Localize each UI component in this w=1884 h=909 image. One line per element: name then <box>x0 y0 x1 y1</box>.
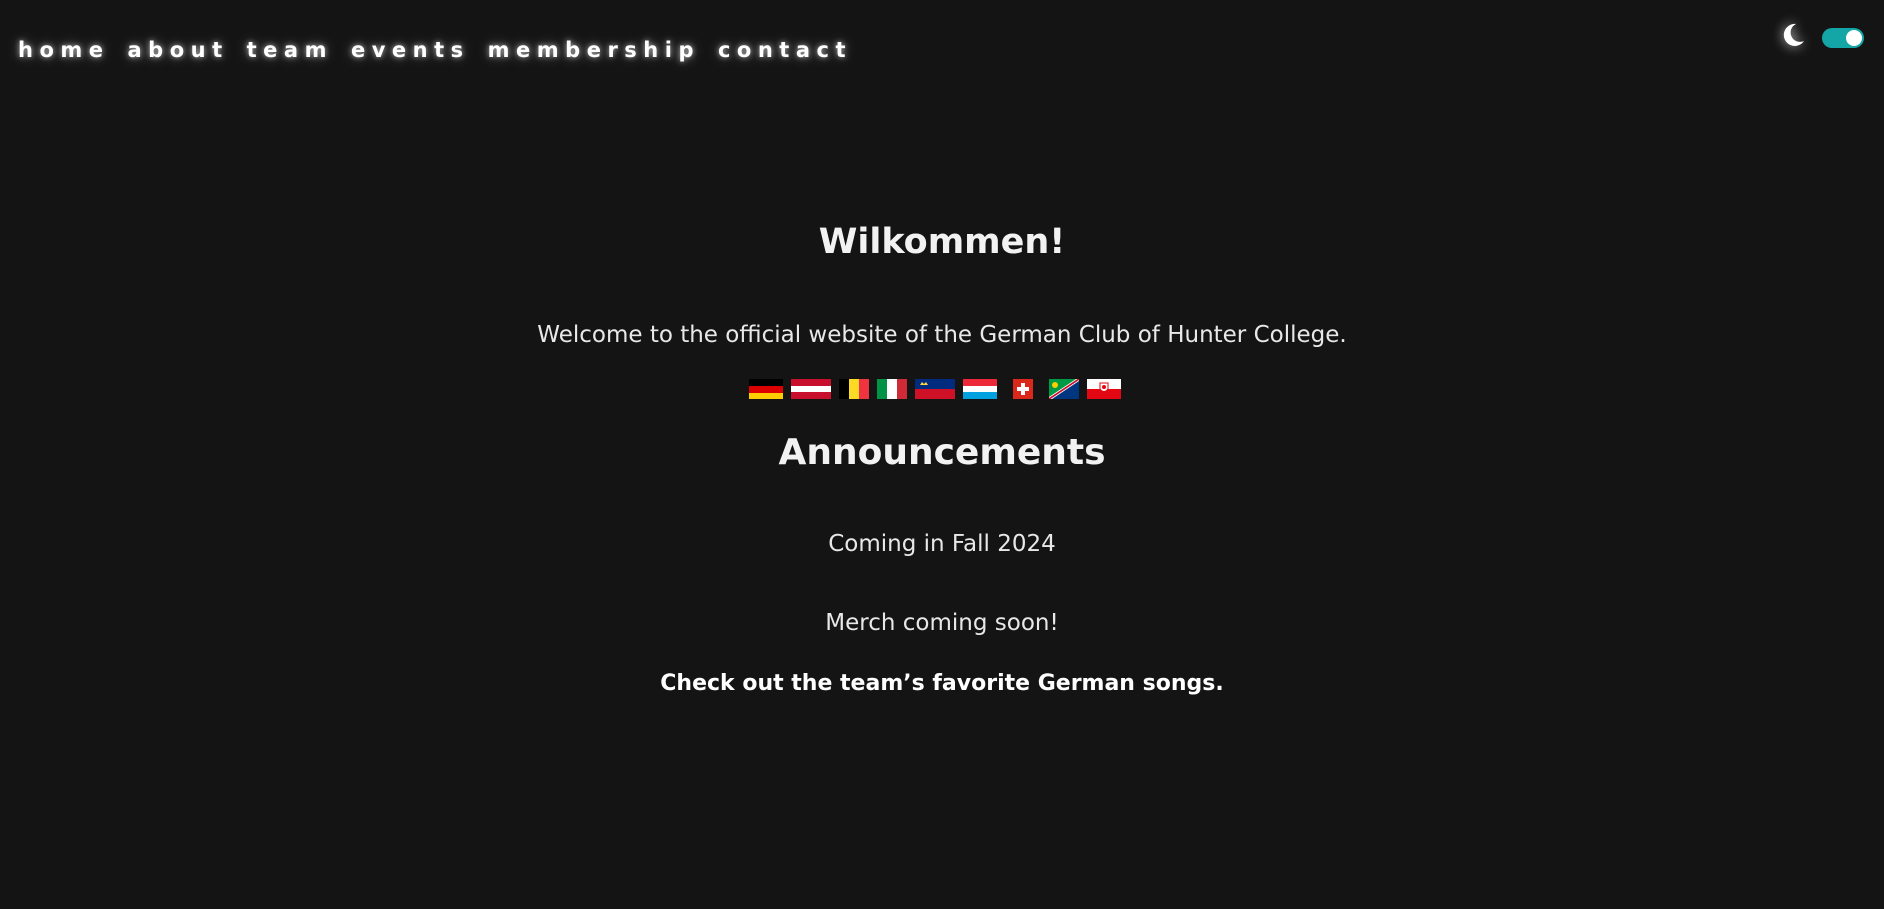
switzerland-flag <box>1013 379 1033 399</box>
nav-team[interactable]: team <box>247 38 333 62</box>
luxembourg-flag <box>963 379 997 399</box>
flag-row <box>749 379 1129 399</box>
namibia-flag <box>1049 379 1079 399</box>
songs-paragraph: Check out the team’s favorite German son… <box>0 671 1884 696</box>
moon-icon <box>1783 23 1804 46</box>
belgium-flag <box>839 379 869 399</box>
merch-text: Merch coming soon! <box>825 610 1059 636</box>
south-tyrol-flag <box>1087 379 1121 399</box>
italy-flag <box>877 379 907 399</box>
page-title: Wilkommen! <box>818 222 1066 262</box>
nav-events[interactable]: events <box>351 38 470 62</box>
main-nav: home about team events membership contac… <box>18 38 852 62</box>
germany-flag <box>749 379 783 399</box>
announcements-heading: Announcements <box>778 432 1106 473</box>
nav-contact[interactable]: contact <box>718 38 852 62</box>
welcome-text: Welcome to the official website of the G… <box>537 322 1347 348</box>
austria-flag <box>791 379 831 399</box>
nav-about[interactable]: about <box>128 38 229 62</box>
coming-fall-text: Coming in Fall 2024 <box>828 531 1056 557</box>
dark-mode-toggle[interactable] <box>1822 28 1864 48</box>
toggle-knob <box>1846 30 1862 46</box>
nav-membership[interactable]: membership <box>488 38 700 62</box>
liechtenstein-flag <box>915 379 955 399</box>
nav-home[interactable]: home <box>18 38 110 62</box>
favorite-songs-link[interactable]: Check out the team’s favorite German son… <box>660 671 1223 696</box>
